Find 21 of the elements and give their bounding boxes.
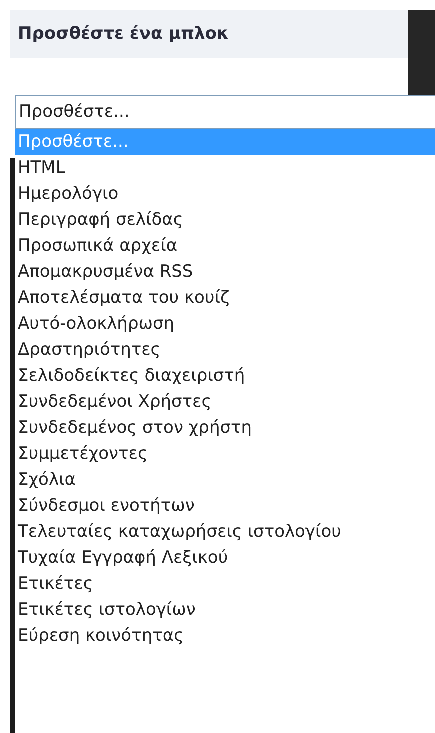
dropdown-option[interactable]: Σελιδοδείκτες διαχειριστή [15,363,435,389]
dropdown-option[interactable]: Δραστηριότητες [15,337,435,363]
dropdown-option[interactable]: Ημερολόγιο [15,181,435,207]
dropdown-option[interactable]: Τυχαία Εγγραφή Λεξικού [15,545,435,571]
dropdown-option[interactable]: Σχόλια [15,467,435,493]
dropdown-option[interactable]: Συνδεδεμένοι Χρήστες [15,389,435,415]
dropdown-option[interactable]: Συμμετέχοντες [15,441,435,467]
dropdown-option[interactable]: Εύρεση κοινότητας [15,623,435,649]
dropdown-option[interactable]: Ετικέτες [15,571,435,597]
dropdown-option[interactable]: Περιγραφή σελίδας [15,207,435,233]
dropdown-option[interactable]: Ετικέτες ιστολογίων [15,597,435,623]
block-title: Προσθέστε ένα μπλοκ [18,24,230,44]
dropdown-option[interactable]: HTML [15,155,435,181]
dropdown-option[interactable]: Απομακρυσμένα RSS [15,259,435,285]
dropdown-option[interactable]: Τελευταίες καταχωρήσεις ιστολογίου [15,519,435,545]
dropdown-option[interactable]: Προσωπικά αρχεία [15,233,435,259]
dropdown-option[interactable]: Αποτελέσματα του κουίζ [15,285,435,311]
block-select[interactable]: Προσθέστε... [15,95,435,129]
dropdown-option[interactable]: Σύνδεσμοι ενοτήτων [15,493,435,519]
dropdown-option[interactable]: Συνδεδεμένος στον χρήστη [15,415,435,441]
dropdown-option[interactable]: Αυτό-ολοκλήρωση [15,311,435,337]
